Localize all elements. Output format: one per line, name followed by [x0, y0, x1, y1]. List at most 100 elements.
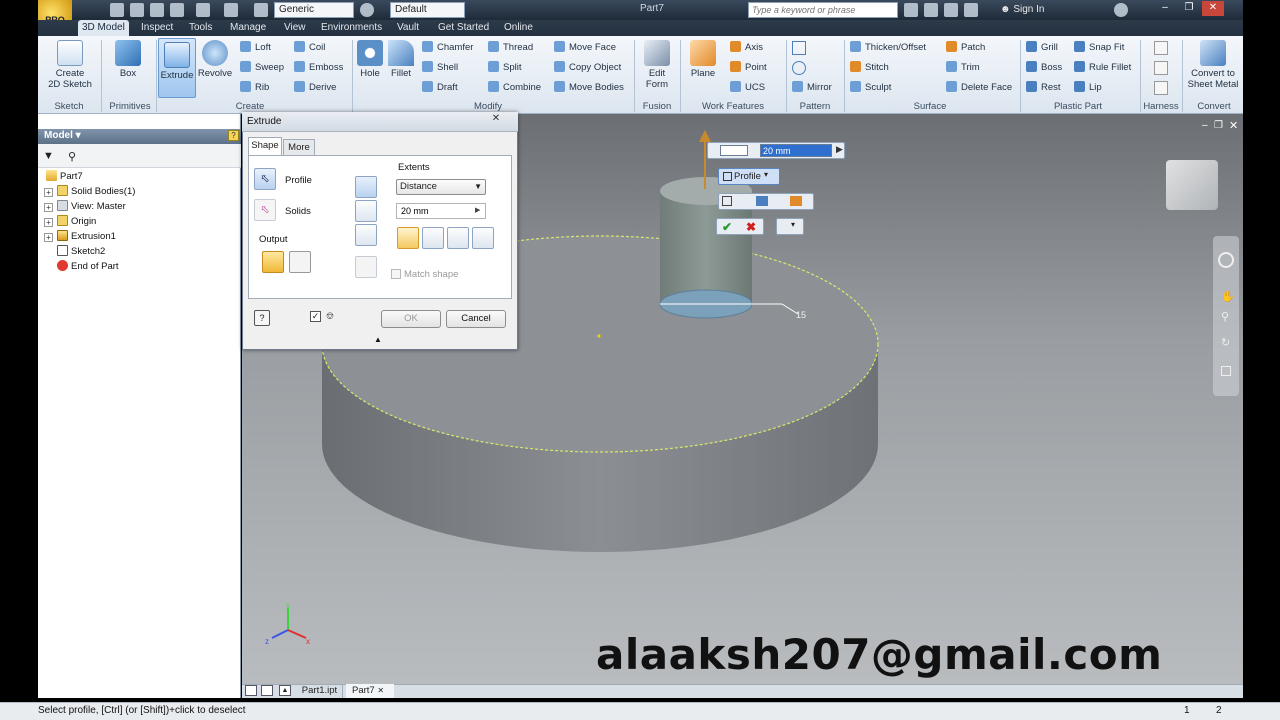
combine-button[interactable]: Combine — [488, 81, 541, 95]
thread-button[interactable]: Thread — [488, 41, 533, 55]
tab-view[interactable]: View — [280, 20, 310, 36]
preview-checkbox[interactable]: ✓ — [310, 311, 321, 322]
split-button[interactable]: Split — [488, 61, 521, 75]
profile-selector[interactable]: Profile ▾ — [718, 168, 780, 185]
mirror-button[interactable]: Mirror — [792, 81, 832, 95]
expand-icon[interactable]: + — [44, 218, 53, 227]
distance-field[interactable] — [396, 203, 486, 219]
distance-flyout-icon[interactable]: ▶ — [475, 206, 480, 214]
lip-button[interactable]: Lip — [1074, 81, 1102, 95]
tools-icon[interactable] — [924, 3, 938, 17]
doc-tab-part1[interactable]: Part1.ipt — [297, 684, 343, 698]
binoculars-icon[interactable] — [904, 3, 918, 17]
point-button[interactable]: Point — [730, 61, 767, 75]
doc-tab-part7[interactable]: Part7 ✕ — [346, 684, 394, 698]
boolean-icon[interactable] — [790, 196, 802, 206]
chamfer-button[interactable]: Chamfer — [422, 41, 473, 55]
viewport-minimize-icon[interactable]: – — [1202, 120, 1208, 131]
copy-object-button[interactable]: Copy Object — [554, 61, 621, 75]
tab-more[interactable]: More — [283, 139, 315, 155]
tab-vault[interactable]: Vault — [393, 20, 423, 36]
help-icon[interactable] — [1114, 3, 1128, 17]
tree-item-extrusion1[interactable]: + Extrusion1 — [44, 230, 116, 244]
revolve-button[interactable]: Revolve — [197, 40, 233, 79]
view-cube[interactable] — [1166, 160, 1218, 210]
coil-button[interactable]: Coil — [294, 41, 325, 55]
box-button[interactable]: Box — [108, 40, 148, 79]
direction-default-button[interactable] — [397, 227, 419, 249]
cancel-x-icon[interactable]: ✖ — [746, 220, 756, 234]
home-tab-icon[interactable]: ▲ — [279, 685, 291, 696]
tab-inspect[interactable]: Inspect — [137, 20, 177, 36]
output-surface-button[interactable] — [289, 251, 311, 273]
trim-button[interactable]: Trim — [946, 61, 980, 75]
tree-item-end-of-part[interactable]: End of Part — [57, 260, 119, 274]
material-combo[interactable]: Generic — [274, 2, 354, 18]
help-exchange-icon[interactable] — [944, 3, 958, 17]
search-input[interactable] — [748, 2, 898, 18]
sign-in-link[interactable]: ☻ Sign In — [1000, 4, 1044, 15]
join-operation-button[interactable] — [355, 176, 377, 198]
menu-mini-toolbar[interactable]: ▾ — [776, 218, 804, 235]
select-icon[interactable] — [254, 3, 268, 17]
distance-input[interactable] — [760, 144, 832, 157]
move-face-button[interactable]: Move Face — [554, 41, 616, 55]
distance-arrow-icon[interactable]: ▶ — [836, 144, 843, 155]
thicken-offset-button[interactable]: Thicken/Offset — [850, 41, 926, 55]
redo-icon[interactable] — [170, 3, 184, 17]
distance-mode-icon[interactable] — [720, 145, 748, 156]
star-icon[interactable] — [964, 3, 978, 17]
apply-check-icon[interactable]: ✔ — [722, 220, 732, 234]
rule-fillet-button[interactable]: Rule Fillet — [1074, 61, 1131, 75]
harness-icon[interactable] — [1154, 41, 1168, 55]
harness-wire-icon[interactable] — [1154, 81, 1168, 95]
shell-button[interactable]: Shell — [422, 61, 458, 75]
dialog-title-bar[interactable]: Extrude — [242, 112, 518, 132]
expand-icon[interactable]: + — [44, 188, 53, 197]
convert-to-sheet-metal-button[interactable]: Convert to Sheet Metal — [1184, 40, 1242, 90]
undo-icon[interactable] — [150, 3, 164, 17]
tab-close-icon[interactable]: ✕ — [377, 686, 384, 695]
update-icon[interactable] — [224, 3, 238, 17]
sweep-button[interactable]: Sweep — [240, 61, 284, 75]
direction-icon[interactable] — [756, 196, 768, 206]
cancel-button[interactable]: Cancel — [446, 310, 506, 328]
rib-button[interactable]: Rib — [240, 81, 269, 95]
circular-pattern-icon[interactable] — [792, 61, 806, 75]
snap-fit-button[interactable]: Snap Fit — [1074, 41, 1124, 55]
viewport-close-icon[interactable]: ✕ — [1229, 119, 1238, 132]
output-solid-icon[interactable] — [722, 196, 732, 206]
steering-wheel-icon[interactable] — [1218, 252, 1234, 268]
expand-icon[interactable]: + — [44, 203, 53, 212]
tab-shape[interactable]: Shape — [248, 137, 282, 155]
tab-tools[interactable]: Tools — [185, 20, 216, 36]
open-icon[interactable] — [130, 3, 144, 17]
dialog-help-icon[interactable]: ? — [254, 310, 270, 326]
direction-symmetric-button[interactable] — [447, 227, 469, 249]
rectangular-pattern-icon[interactable] — [792, 41, 806, 55]
tree-item-part[interactable]: Part7 — [44, 170, 83, 184]
zoom-icon[interactable]: ⚲ — [1221, 310, 1229, 323]
stitch-button[interactable]: Stitch — [850, 61, 889, 75]
tree-item-origin[interactable]: + Origin — [44, 215, 96, 229]
intersect-operation-button[interactable] — [355, 224, 377, 246]
restore-icon[interactable]: ❐ — [1178, 1, 1200, 16]
axis-button[interactable]: Axis — [730, 41, 763, 55]
loft-button[interactable]: Loft — [240, 41, 271, 55]
orbit-icon[interactable]: ↻ — [1221, 336, 1230, 349]
expand-icon[interactable]: + — [44, 233, 53, 242]
tab-3d-model[interactable]: 3D Model — [78, 20, 129, 36]
extrude-button[interactable]: Extrude — [158, 38, 196, 98]
cascade-icon[interactable] — [261, 685, 273, 696]
filter-icon[interactable]: ▼ — [43, 150, 54, 162]
grill-button[interactable]: Grill — [1026, 41, 1058, 55]
tab-online[interactable]: Online — [500, 20, 537, 36]
tab-environments[interactable]: Environments — [317, 20, 386, 36]
derive-button[interactable]: Derive — [294, 81, 336, 95]
binoculars-icon[interactable]: ⚲ — [68, 150, 76, 163]
match-shape-checkbox[interactable] — [391, 269, 401, 279]
tree-item-solid-bodies[interactable]: + Solid Bodies(1) — [44, 185, 135, 199]
appearance-combo[interactable]: Default — [390, 2, 465, 18]
look-at-icon[interactable] — [1221, 366, 1231, 376]
browser-help-icon[interactable]: ? — [228, 130, 239, 141]
